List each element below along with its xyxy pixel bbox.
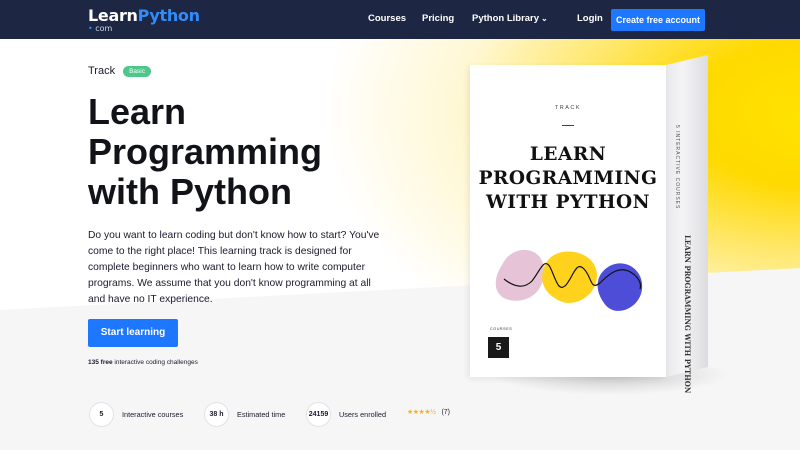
challenges-count: 135 free bbox=[88, 359, 113, 366]
nav-courses-link[interactable]: Courses bbox=[368, 13, 406, 24]
stat-time-label: Estimated time bbox=[237, 410, 286, 419]
box-front-panel: TRACK LEARN PROGRAMMING WITH PYTHON COUR… bbox=[470, 65, 666, 377]
track-row: Track Basic bbox=[88, 65, 151, 77]
stat-users-value: 24159 bbox=[306, 402, 331, 427]
nav-python-library-dropdown[interactable]: Python Library ⌄ bbox=[472, 13, 548, 24]
box-track-label: TRACK bbox=[554, 105, 582, 111]
nav-python-library-label: Python Library bbox=[472, 13, 540, 24]
box-courses-count: 5 bbox=[488, 337, 509, 358]
box-divider bbox=[562, 125, 574, 126]
box-blob-artwork bbox=[495, 249, 643, 311]
box-title-line-1: LEARN bbox=[529, 144, 607, 165]
create-account-button[interactable]: Create free account bbox=[611, 9, 705, 31]
track-box-image: 5 INTERACTIVE COURSES LEARN PROGRAMMING … bbox=[470, 55, 730, 395]
box-side-title-text: LEARN PROGRAMMING WITH PYTHON bbox=[683, 235, 692, 394]
box-courses-label: COURSES bbox=[490, 327, 513, 331]
logo-domain: com bbox=[95, 24, 113, 33]
stat-users-label: Users enrolled bbox=[339, 410, 387, 419]
page-title-line-1: Learn bbox=[88, 91, 187, 132]
track-description: Do you want to learn coding but don't kn… bbox=[88, 230, 380, 305]
pink-blob bbox=[495, 249, 544, 301]
box-title-line-3: WITH PYTHON bbox=[485, 192, 650, 213]
rating-count: (7) bbox=[441, 408, 451, 416]
level-badge: Basic bbox=[123, 65, 151, 77]
purple-blob bbox=[597, 263, 643, 311]
site-logo[interactable]: LearnPython • com bbox=[88, 6, 200, 33]
logo-dot: • bbox=[88, 24, 93, 33]
box-side-courses-text: 5 INTERACTIVE COURSES bbox=[674, 125, 680, 210]
stat-courses-label: Interactive courses bbox=[122, 410, 184, 419]
page-title-line-3: with Python bbox=[88, 171, 292, 212]
challenges-text: interactive coding challenges bbox=[112, 359, 198, 366]
challenges-note: 135 free interactive coding challenges bbox=[88, 359, 198, 366]
page-title: Learn Programming with Python bbox=[88, 92, 388, 212]
stat-courses-value: 5 bbox=[89, 402, 114, 427]
nav-pricing-link[interactable]: Pricing bbox=[422, 13, 454, 24]
logo-text-learn: Learn bbox=[88, 6, 138, 25]
stat-time-value: 38 h bbox=[204, 402, 229, 427]
track-label: Track bbox=[88, 65, 116, 77]
box-title-line-2: PROGRAMMING bbox=[478, 168, 658, 189]
stat-time: 38 h Estimated time bbox=[204, 402, 285, 427]
start-learning-button[interactable]: Start learning bbox=[88, 319, 178, 347]
rating[interactable]: ★★★★½ (7) bbox=[407, 408, 451, 417]
stat-users: 24159 Users enrolled bbox=[306, 402, 386, 427]
top-navbar: LearnPython • com Courses Pricing Python… bbox=[0, 0, 800, 39]
rating-stars-icon: ★★★★½ bbox=[407, 409, 436, 416]
box-title: LEARN PROGRAMMING WITH PYTHON bbox=[470, 143, 666, 215]
nav-login-link[interactable]: Login bbox=[577, 13, 603, 24]
page-title-line-2: Programming bbox=[88, 131, 323, 172]
stat-courses: 5 Interactive courses bbox=[89, 402, 183, 427]
chevron-down-icon: ⌄ bbox=[541, 14, 548, 23]
logo-text-python: Python bbox=[137, 6, 200, 25]
